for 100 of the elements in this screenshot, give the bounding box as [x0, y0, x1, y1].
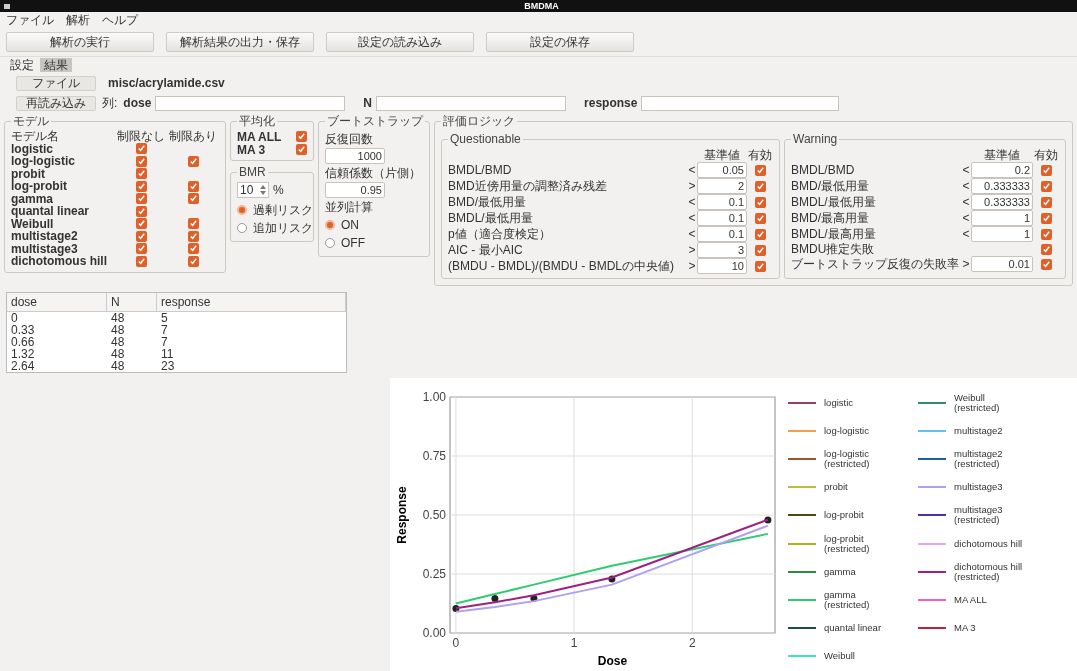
checkbox[interactable] — [187, 218, 199, 230]
checkbox[interactable] — [754, 164, 766, 176]
checkbox[interactable] — [135, 243, 147, 255]
checkbox[interactable] — [754, 228, 766, 240]
table-cell-text: 0 — [10, 312, 19, 324]
model-name: dichotomous hill — [11, 255, 108, 268]
checkbox[interactable] — [1040, 180, 1052, 192]
input-field[interactable]: 0.01 — [971, 256, 1033, 272]
input-field[interactable]: 10 — [697, 258, 747, 274]
input-field[interactable] — [155, 95, 346, 111]
checkbox[interactable] — [296, 131, 307, 142]
checkbox[interactable] — [754, 196, 766, 208]
radio-label: ON — [341, 217, 359, 234]
tab[interactable]: 設定 — [6, 57, 38, 72]
checkbox[interactable] — [135, 230, 147, 242]
input-field[interactable]: 0.1 — [697, 194, 747, 210]
input-field[interactable] — [376, 95, 567, 111]
checkbox[interactable] — [1040, 164, 1052, 176]
checkbox[interactable] — [135, 218, 147, 230]
x-tick-label: 2 — [688, 636, 696, 650]
checkbox[interactable] — [135, 205, 147, 217]
table-cell-text: 0.33 — [10, 324, 36, 336]
operator: < — [961, 211, 971, 225]
input-field[interactable]: 0.333333 — [971, 194, 1033, 210]
data-point — [764, 516, 772, 524]
input-field[interactable]: 0.1 — [697, 210, 747, 226]
checkbox[interactable] — [135, 255, 147, 267]
input-field[interactable]: 1 — [971, 226, 1033, 242]
checkbox[interactable] — [135, 168, 147, 180]
group-title: Questionable — [449, 131, 522, 148]
model-name: logistic — [11, 142, 53, 155]
checkbox[interactable] — [187, 243, 199, 255]
x-tick-label: 1 — [570, 636, 578, 650]
checkbox[interactable] — [135, 180, 147, 192]
checkbox[interactable] — [1040, 196, 1052, 208]
input-field[interactable]: 0.2 — [971, 162, 1033, 178]
legend-label: gamma — [824, 566, 857, 577]
toolbar-button[interactable]: 設定の読み込み — [326, 32, 474, 52]
table-cell-text: 5 — [160, 312, 169, 324]
spin-box[interactable]: 10 — [237, 182, 269, 198]
toolbar-button[interactable]: 設定の保存 — [486, 32, 634, 52]
checkbox[interactable] — [754, 180, 766, 192]
checkbox[interactable] — [187, 230, 199, 242]
input-field[interactable]: 2 — [697, 178, 747, 194]
radio-button[interactable] — [325, 220, 335, 230]
checkbox[interactable] — [187, 193, 199, 205]
legend-label: MA 3 — [954, 622, 977, 633]
menu-item[interactable]: ファイル — [6, 11, 54, 29]
column-header: 基準値 — [983, 148, 1021, 162]
radio-button[interactable] — [237, 205, 247, 215]
operator: > — [687, 179, 697, 193]
checkbox[interactable] — [135, 155, 147, 167]
checkbox[interactable] — [754, 212, 766, 224]
reload-button[interactable]: 再読み込み — [16, 95, 96, 111]
input-field[interactable]: 0.95 — [325, 182, 385, 198]
menu-item[interactable]: 解析 — [66, 11, 90, 29]
input-field[interactable] — [641, 95, 840, 111]
legend-label: Weibull (restricted) — [954, 393, 1001, 413]
legend-label: probit — [824, 482, 849, 493]
data-point — [452, 604, 460, 612]
input-field[interactable]: 0.1 — [697, 226, 747, 242]
columns-label: 列: — [102, 95, 118, 112]
checkbox[interactable] — [1040, 258, 1052, 270]
x-tick-label: 0 — [452, 636, 460, 650]
radio-button[interactable] — [237, 223, 247, 233]
criterion-label: BMDU推定失敗 — [791, 242, 876, 256]
checkbox[interactable] — [135, 143, 147, 155]
checkbox[interactable] — [296, 144, 307, 155]
criterion-label: BMD/最低用量 — [791, 179, 870, 193]
checkbox[interactable] — [1040, 243, 1052, 255]
legend-label: MA ALL — [954, 594, 988, 605]
checkbox[interactable] — [754, 260, 766, 272]
checkbox[interactable] — [135, 193, 147, 205]
toolbar-button[interactable]: 解析の実行 — [6, 32, 154, 52]
column-header: response — [157, 293, 346, 311]
radio-button[interactable] — [325, 238, 335, 248]
file-button[interactable]: ファイル — [16, 75, 96, 91]
input-field[interactable]: 3 — [697, 242, 747, 258]
spinner-arrows-icon[interactable] — [260, 185, 266, 195]
legend-label: multistage2 (restricted) — [954, 449, 1004, 470]
toolbar-button[interactable]: 解析結果の出力・保存 — [166, 32, 314, 52]
tab[interactable]: 結果 — [40, 57, 72, 72]
column-header: N — [107, 293, 157, 311]
column-header: 制限なし — [116, 130, 166, 143]
model-name: Weibull — [11, 217, 55, 230]
input-field[interactable]: 0.05 — [697, 162, 747, 178]
column-header: モデル名 — [11, 130, 60, 143]
criterion-label: BMDL/最高用量 — [791, 227, 877, 241]
input-field[interactable]: 1 — [971, 210, 1033, 226]
input-field[interactable]: 0.333333 — [971, 178, 1033, 194]
checkbox[interactable] — [187, 180, 199, 192]
checkbox[interactable] — [187, 255, 199, 267]
legend-label: multistage2 — [954, 426, 1004, 437]
checkbox[interactable] — [754, 244, 766, 256]
input-field[interactable]: 1000 — [325, 148, 385, 164]
menu-item[interactable]: ヘルプ — [102, 11, 138, 29]
checkbox[interactable] — [1040, 228, 1052, 240]
operator: < — [961, 195, 971, 209]
checkbox[interactable] — [187, 155, 199, 167]
checkbox[interactable] — [1040, 212, 1052, 224]
